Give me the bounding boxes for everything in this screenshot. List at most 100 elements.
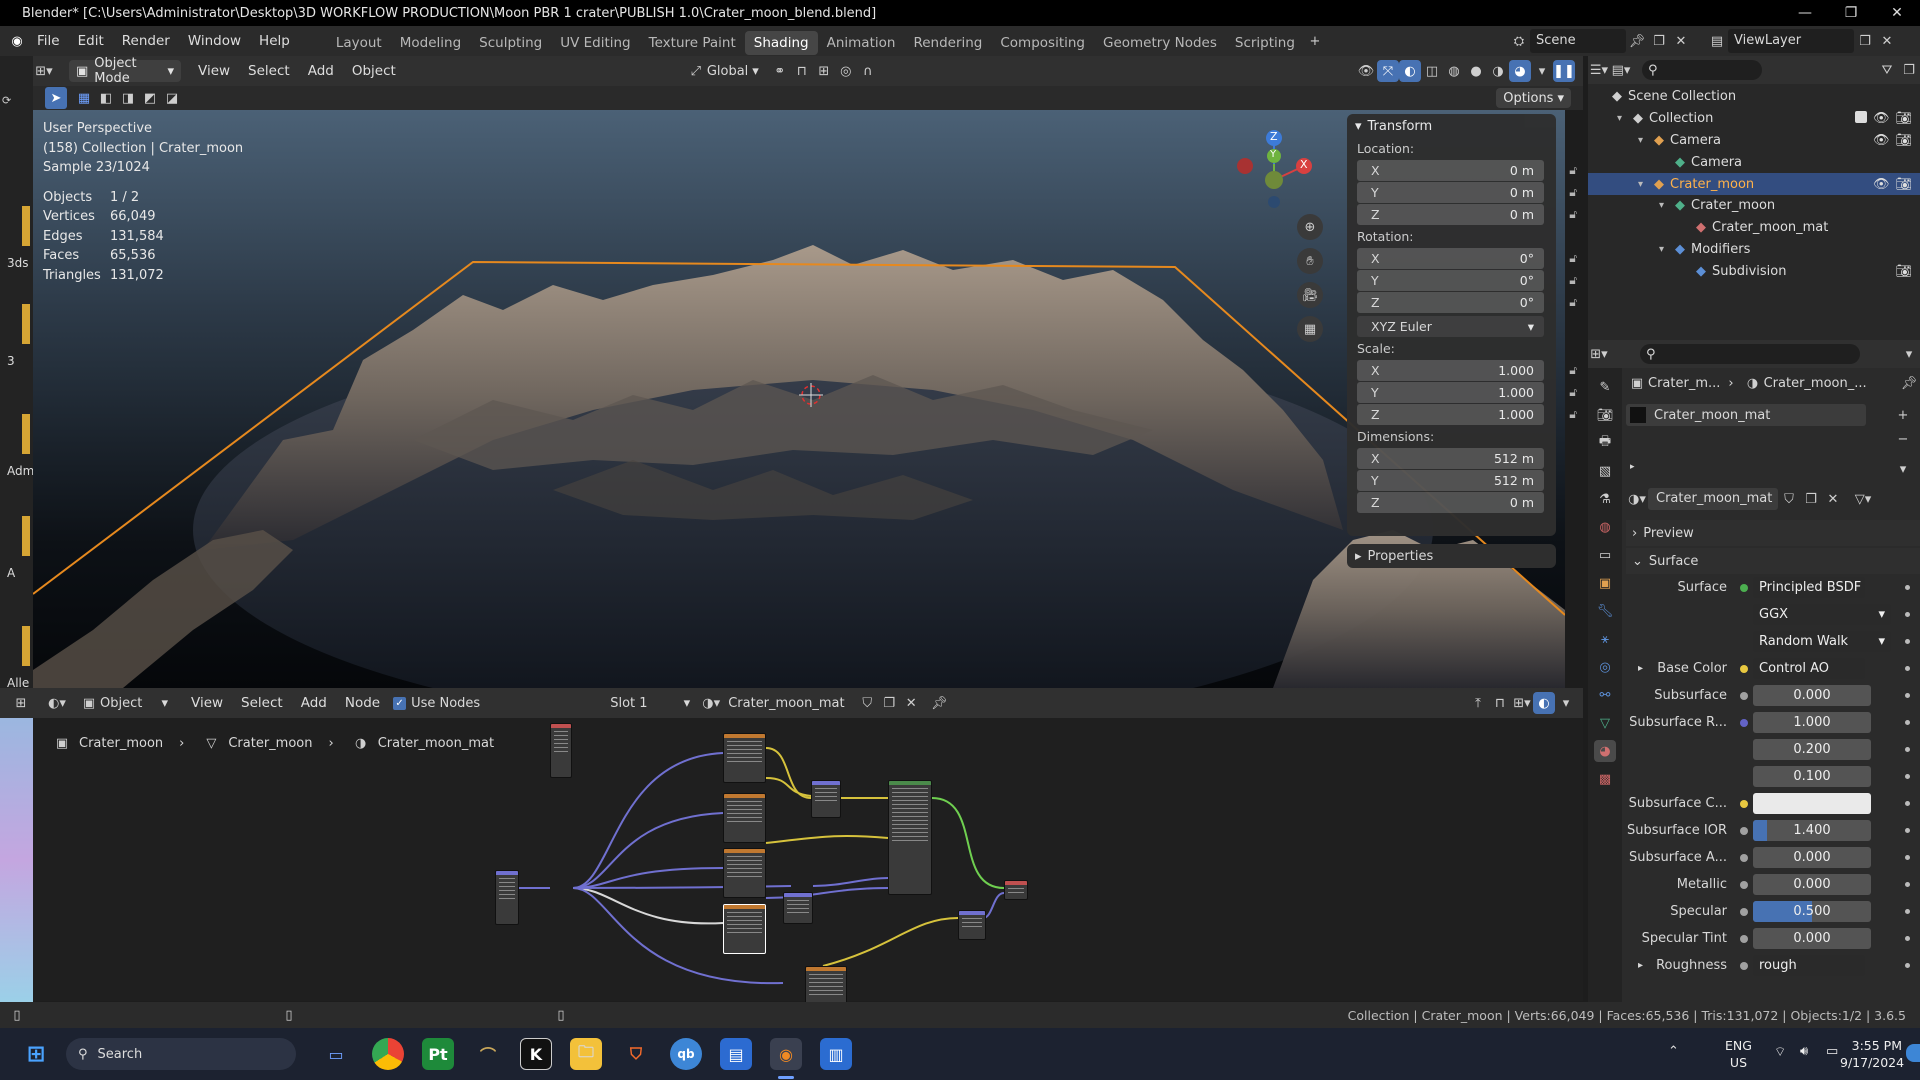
snap-icon[interactable]: ⊓ xyxy=(1489,692,1511,714)
rotation-y-field[interactable]: Y 0° 🔓︎ xyxy=(1357,270,1577,291)
properties-options-icon[interactable]: ▾ xyxy=(1898,343,1920,365)
select-box-extend-icon[interactable]: ◧ xyxy=(95,87,117,109)
numeric-field[interactable]: 0.200 xyxy=(1753,739,1871,760)
material-browse-icon[interactable]: ◑▾ xyxy=(700,692,722,714)
material-browse-icon[interactable]: ◑▾ xyxy=(1626,488,1648,510)
keyframe-dot-icon[interactable] xyxy=(1905,585,1910,590)
document-app-icon[interactable]: ▥ xyxy=(820,1038,852,1070)
delete-scene-icon[interactable]: ✕ xyxy=(1670,30,1692,52)
expand-icon[interactable]: ▸ xyxy=(1638,960,1643,971)
transform-header[interactable]: ▾ Transform xyxy=(1347,114,1556,138)
blender-logo-icon[interactable]: ◉ xyxy=(6,30,28,52)
tab-rendering[interactable]: Rendering xyxy=(904,31,991,55)
blender-taskbar-icon[interactable]: ◉ xyxy=(770,1038,802,1070)
node-editor-canvas[interactable]: ▣ Crater_moon › ▽ Crater_moon › ◑ Crater… xyxy=(3,718,1583,1014)
zoom-icon[interactable]: ⊕ xyxy=(1297,214,1323,240)
transform-orientation[interactable]: ⤢ Global ▾ xyxy=(685,60,759,82)
rotation-x-field[interactable]: X 0° 🔓︎ xyxy=(1357,248,1577,269)
unlink-material-icon[interactable]: ✕ xyxy=(1822,488,1844,510)
tray-chevron-icon[interactable]: ⌃ xyxy=(1668,1044,1679,1059)
menu-file[interactable]: File xyxy=(28,26,69,56)
windows-start-icon[interactable]: ⊞ xyxy=(20,1038,52,1070)
language-indicator[interactable]: ENG US xyxy=(1725,1037,1752,1071)
visibility-icon[interactable]: 👁︎ xyxy=(1355,60,1377,82)
lock-icon[interactable]: 🔓︎ xyxy=(1569,407,1577,422)
snap-target-icon[interactable]: ⊞ xyxy=(813,60,835,82)
menu-edit[interactable]: Edit xyxy=(69,26,113,56)
expand-icon[interactable]: ▸ xyxy=(1638,663,1643,674)
3d-viewport[interactable]: User Perspective (158) Collection | Crat… xyxy=(33,110,1565,688)
shading-options-icon[interactable]: ▾ xyxy=(1531,60,1553,82)
duplicate-material-icon[interactable]: ❐ xyxy=(1800,488,1822,510)
snap-icon[interactable]: ⊓ xyxy=(791,60,813,82)
node-menu-add[interactable]: Add xyxy=(292,688,336,718)
numeric-field[interactable]: 1.000 xyxy=(1753,712,1871,733)
scale-x-field[interactable]: X 1.000 🔓︎ xyxy=(1357,360,1577,381)
xray-icon[interactable]: ◫ xyxy=(1421,60,1443,82)
scene-tab-icon[interactable]: ⚗ xyxy=(1594,488,1616,510)
render-camera-icon[interactable]: 📷︎ xyxy=(1895,264,1912,279)
new-view-layer-icon[interactable]: ❐ xyxy=(1854,30,1876,52)
taskbar-search-box[interactable]: ⚲ Search xyxy=(66,1038,296,1070)
socket-icon[interactable] xyxy=(1740,853,1748,862)
disclosure-icon[interactable]: ▾ xyxy=(1659,200,1675,211)
unlink-icon[interactable]: ✕ xyxy=(900,692,922,714)
left-strip-icon[interactable]: ⟳ xyxy=(2,94,11,107)
wireframe-shading-icon[interactable]: ◍ xyxy=(1443,60,1465,82)
rotation-mode-dropdown[interactable]: XYZ Euler ▾ xyxy=(1357,316,1544,337)
use-nodes-checkbox[interactable]: ✓ Use Nodes xyxy=(393,696,480,711)
qbittorrent-icon[interactable]: qb xyxy=(670,1038,702,1070)
location-y-field[interactable]: Y0 m 🔓︎ xyxy=(1357,182,1577,203)
menu-window[interactable]: Window xyxy=(179,26,250,56)
pin-icon[interactable]: 📌︎ xyxy=(928,692,950,714)
numeric-field[interactable]: 0.500 xyxy=(1753,901,1871,922)
property-link-field[interactable]: Control AO xyxy=(1753,658,1865,679)
material-shading-icon[interactable]: ◑ xyxy=(1487,60,1509,82)
add-slot-icon[interactable]: + xyxy=(1892,404,1914,426)
eye-icon[interactable]: 👁︎ xyxy=(1873,111,1890,126)
proportional-edit-icon[interactable]: ◎ xyxy=(835,60,857,82)
preview-panel-header[interactable]: › Preview xyxy=(1626,520,1920,546)
notification-badge[interactable] xyxy=(1906,1044,1920,1062)
keyframe-dot-icon[interactable] xyxy=(1905,747,1910,752)
dimensions-x-field[interactable]: X 512 m xyxy=(1357,448,1544,469)
shader-node[interactable] xyxy=(1004,880,1028,900)
property-dropdown[interactable]: GGX ▾ xyxy=(1753,604,1891,625)
slot-dropdown[interactable]: Slot 1 ▾ xyxy=(610,696,690,711)
keyframe-dot-icon[interactable] xyxy=(1905,774,1910,779)
scene-name[interactable]: Scene xyxy=(1530,29,1626,53)
fake-user-icon[interactable]: ⛉ xyxy=(856,692,878,714)
surface-panel-header[interactable]: ⌄ Surface xyxy=(1626,548,1920,574)
parent-node-tree-icon[interactable]: ⤒ xyxy=(1467,692,1489,714)
chrome-icon[interactable] xyxy=(372,1038,404,1070)
tab-scripting[interactable]: Scripting xyxy=(1226,31,1304,55)
tab-layout[interactable]: Layout xyxy=(327,31,391,55)
filter-icon[interactable]: ⛛ xyxy=(1876,59,1898,81)
shader-node[interactable] xyxy=(811,780,841,818)
notepad-icon[interactable]: ▤ xyxy=(720,1038,752,1070)
exclude-checkbox-icon[interactable] xyxy=(1854,111,1867,124)
falloff-icon[interactable]: ∩ xyxy=(857,60,879,82)
keyframe-dot-icon[interactable] xyxy=(1905,693,1910,698)
new-collection-icon[interactable]: ❐ xyxy=(1898,59,1920,81)
output-tab-icon[interactable]: 🖶︎ xyxy=(1594,432,1616,454)
material-name-field[interactable]: Crater_moon_mat xyxy=(1648,488,1778,510)
fake-user-icon[interactable]: ⛉ xyxy=(1778,488,1800,510)
tool-tab-icon[interactable]: ✎ xyxy=(1594,376,1616,398)
scene-selector[interactable]: ⛭ Scene 📌︎ ❐ ✕ xyxy=(1508,29,1692,53)
node-menu-select[interactable]: Select xyxy=(232,688,292,718)
select-box-intersect-icon[interactable]: ◪ xyxy=(161,87,183,109)
keyframe-dot-icon[interactable] xyxy=(1905,612,1910,617)
volume-icon[interactable]: 🔊︎ xyxy=(1800,1044,1808,1059)
pivot-icon[interactable]: ⚭ xyxy=(769,60,791,82)
object-mode-dropdown[interactable]: ▣ Object Mode ▾ xyxy=(69,56,181,86)
editor-type-icon[interactable]: ⊞▾ xyxy=(33,60,55,82)
viewport-menu-select[interactable]: Select xyxy=(239,56,299,86)
render-camera-icon[interactable]: 📷︎ xyxy=(1895,133,1912,148)
lock-icon[interactable]: 🔓︎ xyxy=(1569,295,1577,310)
options-dropdown[interactable]: Options ▾ xyxy=(1496,88,1571,108)
numeric-field[interactable]: 0.000 xyxy=(1753,847,1871,868)
keyframe-dot-icon[interactable] xyxy=(1905,855,1910,860)
tab-compositing[interactable]: Compositing xyxy=(991,31,1094,55)
view-layer-tab-icon[interactable]: ▧ xyxy=(1594,460,1616,482)
